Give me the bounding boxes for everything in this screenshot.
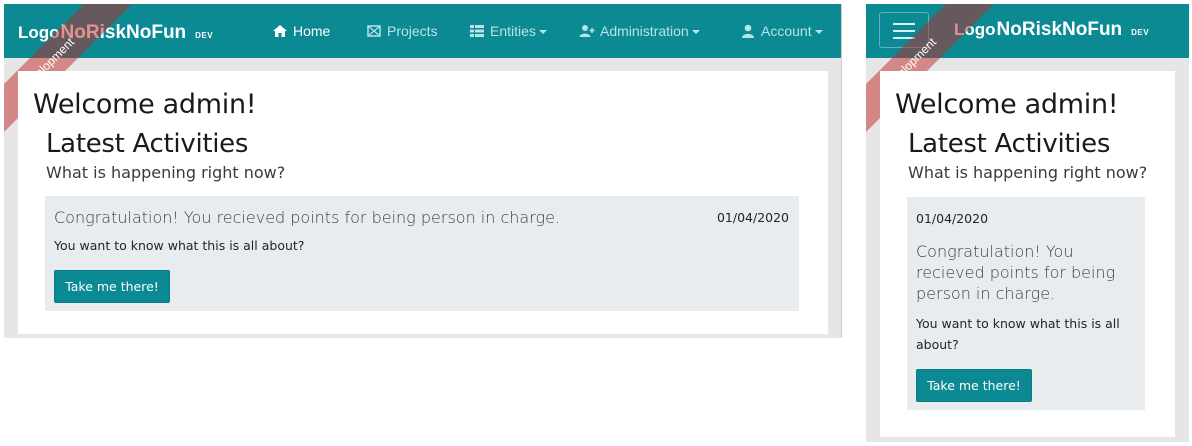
nav-projects-label: Projects [387,23,438,39]
activity-card-mobile: 01/04/2020 Congratulation! You recieved … [907,197,1145,410]
nav-account[interactable]: Account [740,4,823,58]
nav-home-label: Home [293,23,331,39]
mobile-view: Logo NoRiskNoFun DEV Development Welcome… [866,4,1189,442]
nav-projects[interactable]: Projects [366,4,438,58]
nav-entities-label: Entities [490,23,536,39]
main-card-mobile: Welcome admin! Latest Activities What is… [880,71,1175,437]
chevron-down-icon [691,30,700,34]
activity-date: 01/04/2020 [916,211,989,226]
activity-card: Congratulation! You recieved points for … [45,196,799,311]
chevron-down-icon [538,30,547,34]
latest-activities-title: Latest Activities [908,129,1111,159]
latest-activities-title: Latest Activities [46,129,249,159]
welcome-heading: Welcome admin! [33,89,257,120]
welcome-heading: Welcome admin! [895,89,1119,120]
activity-question: You want to know what this is all about? [54,238,305,253]
chevron-down-icon [814,30,823,34]
activity-date: 01/04/2020 [716,210,789,225]
env-badge: DEV [195,31,214,40]
env-badge: DEV [1131,28,1150,37]
nav-entities[interactable]: Entities [469,4,547,58]
user-icon [742,24,754,38]
activity-question: You want to know what this is all about? [916,316,1120,352]
main-card: Welcome admin! Latest Activities What is… [18,71,828,334]
nav-administration[interactable]: Administration [579,4,700,58]
nav-home[interactable]: Home [272,4,330,58]
nav-administration-label: Administration [600,23,689,39]
projects-icon [367,25,381,37]
activity-message: Congratulation! You recieved points for … [54,208,561,227]
latest-activities-subtitle: What is happening right now? [908,163,1148,182]
user-plus-icon [579,25,595,37]
take-me-there-button[interactable]: Take me there! [54,270,170,303]
activity-message: Congratulation! You recieved points for … [916,242,1116,303]
nav-account-label: Account [761,23,812,39]
latest-activities-subtitle: What is happening right now? [46,163,286,182]
list-icon [470,25,484,37]
desktop-view: Logo NoRiskNoFun DEV Home Projects Entit… [4,4,842,338]
home-icon [273,25,287,37]
take-me-there-button[interactable]: Take me there! [916,369,1032,402]
